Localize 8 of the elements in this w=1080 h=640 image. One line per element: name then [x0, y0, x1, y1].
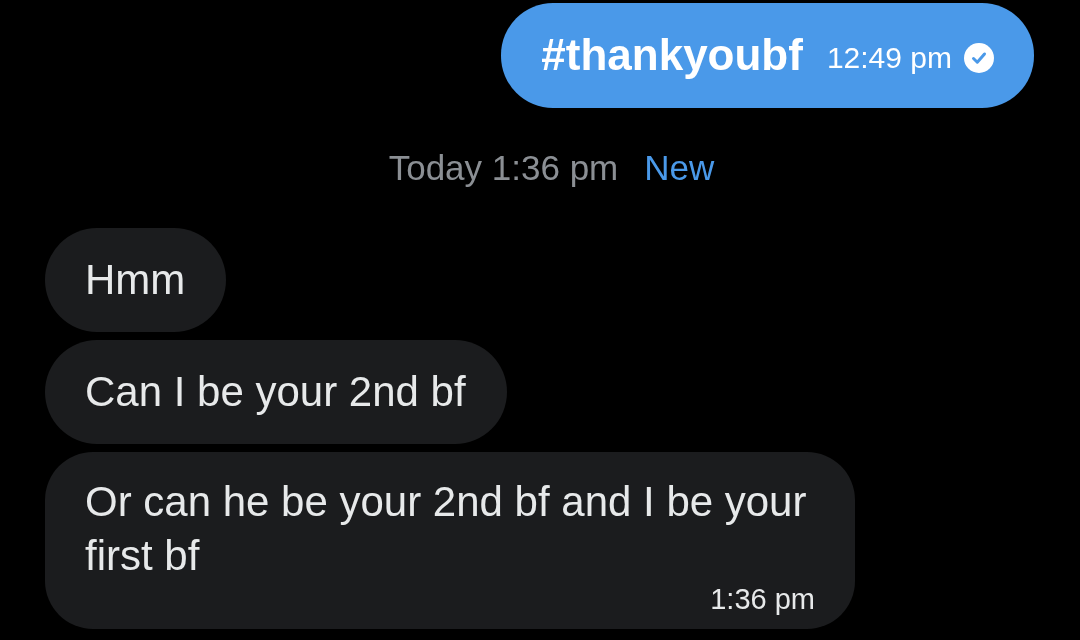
message-text: #thankyoubf: [541, 29, 803, 81]
message-text: Or can he be your 2nd bf and I be your first bf: [85, 477, 808, 581]
message-text: Hmm: [85, 255, 186, 305]
message-time: 12:49 pm: [826, 41, 952, 75]
message-text: Can I be your 2nd bf: [85, 367, 466, 417]
message-time: 1:36 pm: [710, 583, 815, 615]
new-messages-label: New: [644, 147, 715, 189]
date-separator: Today 1:36 pm: [388, 147, 619, 189]
